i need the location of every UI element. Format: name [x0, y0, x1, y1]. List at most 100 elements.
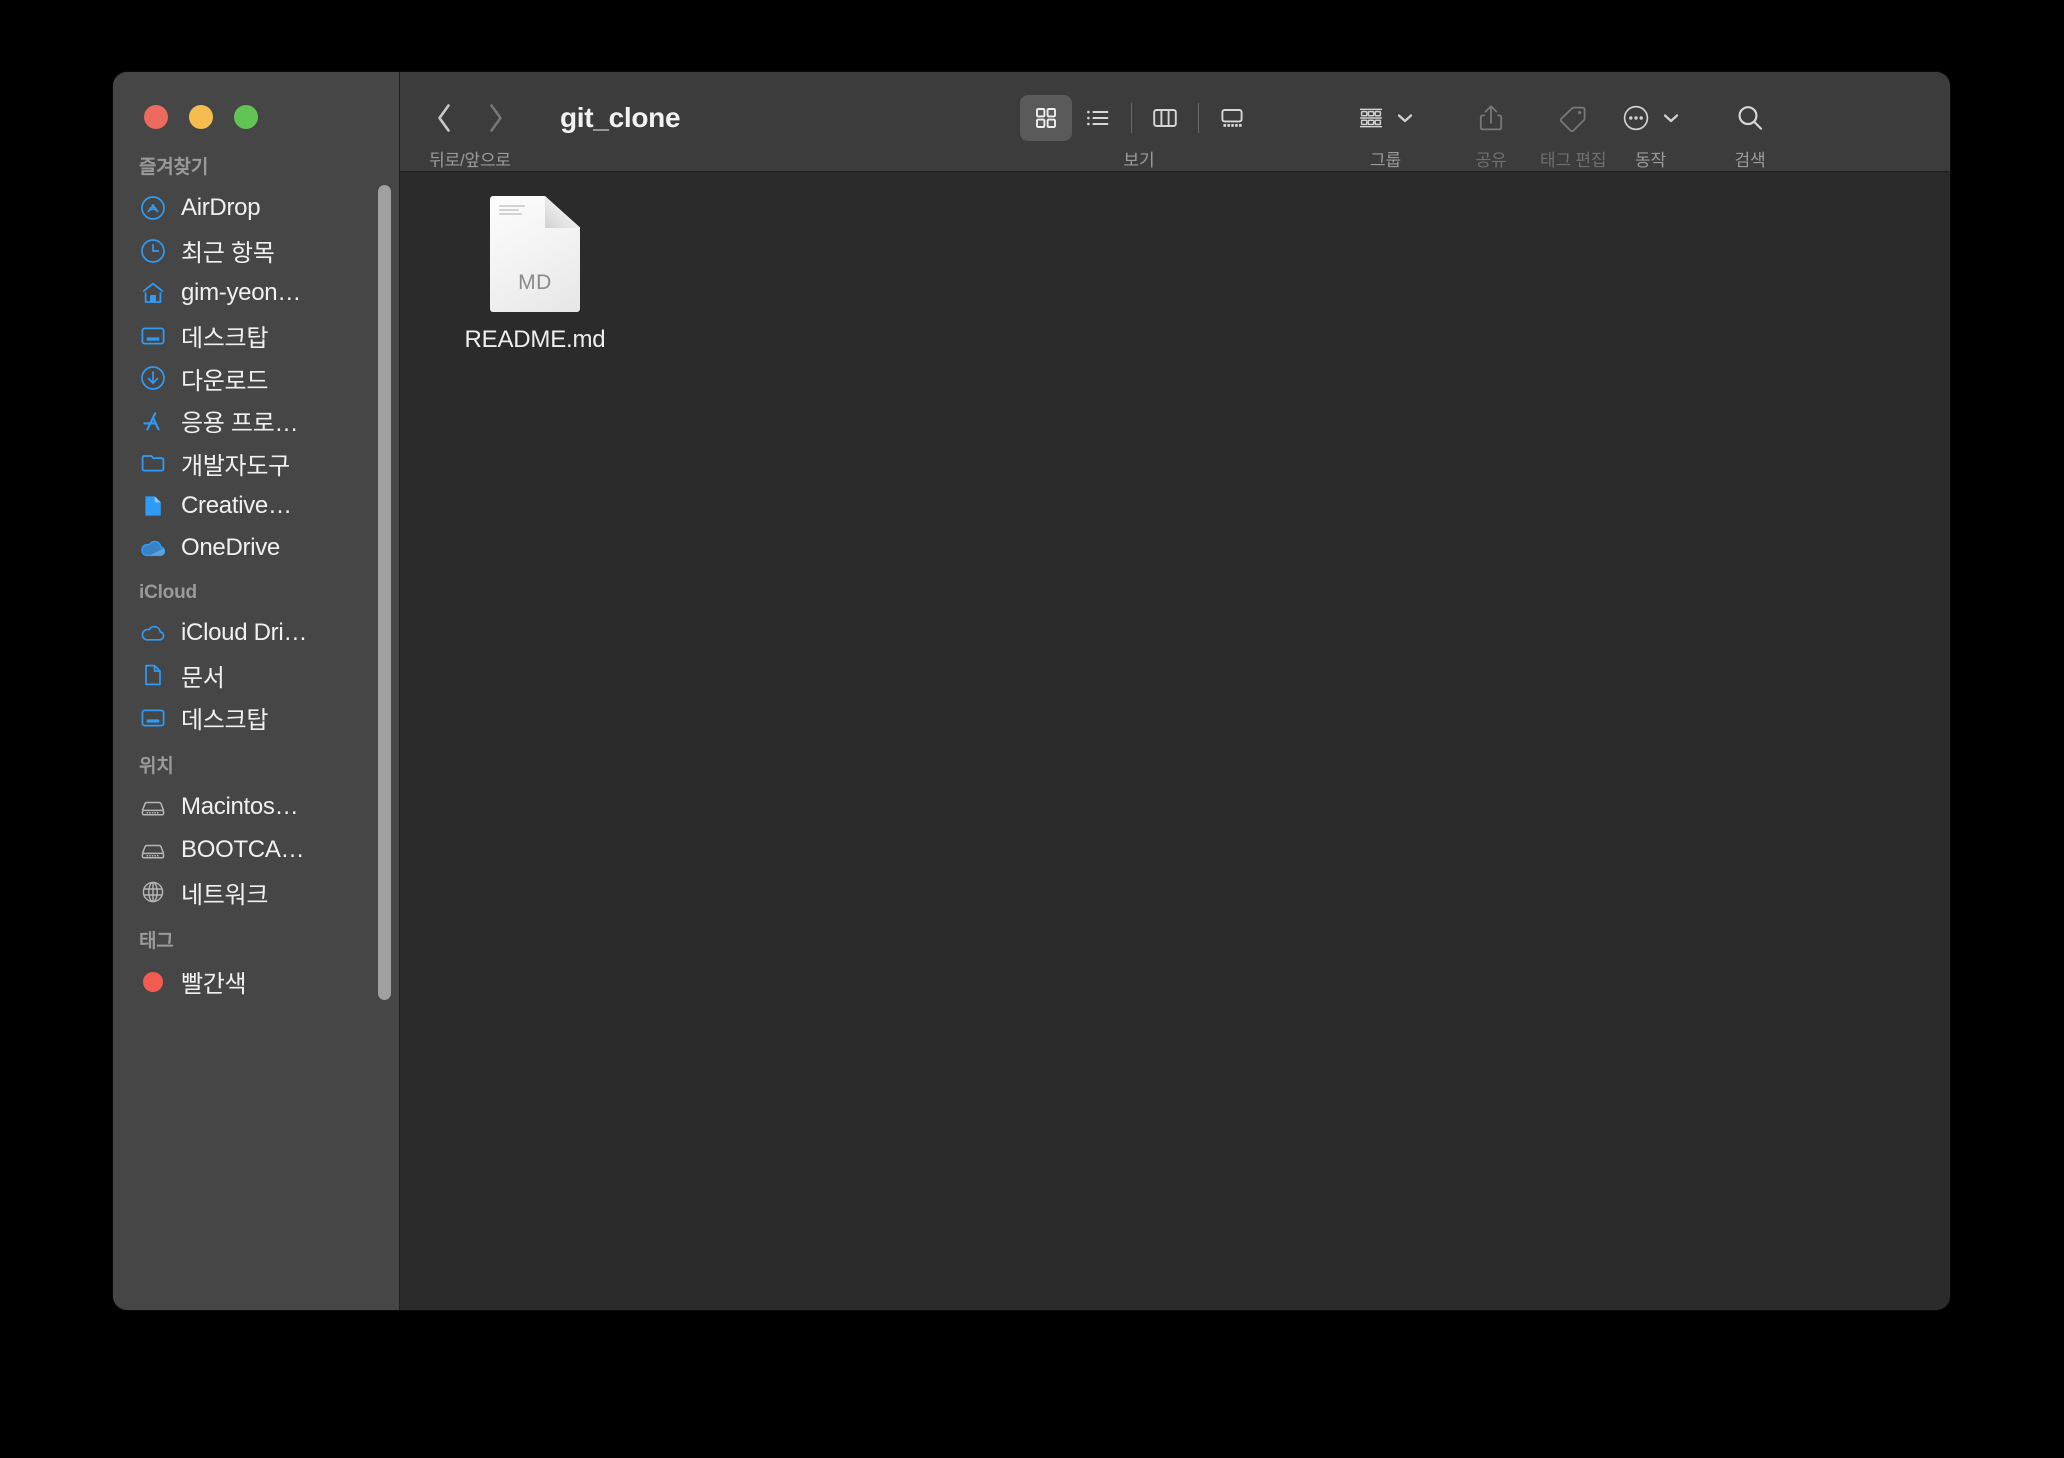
network-globe-icon — [139, 878, 167, 906]
sidebar-item-label: 문서 — [181, 664, 225, 692]
sidebar-item-documents[interactable]: 문서 — [113, 654, 399, 697]
action-control: 동작 — [1616, 92, 1685, 171]
sidebar-section-icloud: iCloud iCloud Dri… 문서 데스크탑 — [113, 570, 399, 740]
view-mode-gallery-button[interactable] — [1206, 95, 1258, 141]
file-item-readme[interactable]: MD README.md — [460, 196, 610, 354]
sidebar-item-bootcamp[interactable]: BOOTCA… — [113, 829, 399, 872]
sidebar-item-label: 데스크탑 — [181, 325, 269, 353]
sidebar-item-label: Macintos… — [181, 793, 299, 821]
file-name-label: README.md — [464, 326, 606, 353]
folder-icon — [139, 449, 167, 477]
sidebar-item-label: 다운로드 — [181, 367, 269, 395]
sidebar-section-favorites: 즐겨찾기 AirDrop 최근 항목 gim-yeon… 데스크탑 다운로드 응… — [113, 146, 399, 570]
icon-grid: MD README.md — [460, 196, 1950, 354]
sidebar-item-label: BOOTCA… — [181, 835, 305, 863]
sidebar-section-locations: 위치 Macintos… BOOTCA… 네트워크 — [113, 739, 399, 914]
applications-icon — [139, 407, 167, 435]
sidebar-item-network[interactable]: 네트워크 — [113, 871, 399, 914]
view-caption: 보기 — [1123, 151, 1155, 170]
sidebar-item-label: 응용 프로… — [181, 410, 299, 438]
view-mode-icon-button[interactable] — [1020, 95, 1072, 141]
desktop-icon — [139, 704, 167, 732]
sidebar-item-airdrop[interactable]: AirDrop — [113, 187, 399, 230]
sidebar-item-label: 빨간색 — [181, 971, 247, 999]
file-content-area[interactable]: MD README.md — [400, 172, 1950, 1310]
sidebar-item-label: iCloud Dri… — [181, 618, 308, 646]
documents-icon — [139, 661, 167, 689]
onedrive-cloud-icon — [139, 534, 167, 562]
page-title: git_clone — [560, 102, 681, 133]
sidebar-section-tags: 태그 빨간색 — [113, 914, 399, 1004]
harddisk-icon — [139, 836, 167, 864]
tag-icon — [1560, 106, 1586, 133]
view-mode-switcher: 보기 — [1020, 92, 1258, 171]
sidebar-item-macintosh-hd[interactable]: Macintos… — [113, 786, 399, 829]
share-icon — [1479, 105, 1503, 131]
sidebar-item-desktop[interactable]: 데스크탑 — [113, 315, 399, 358]
sidebar-item-recents[interactable]: 최근 항목 — [113, 230, 399, 273]
tag-caption: 태그 편집 — [1540, 151, 1607, 170]
group-caption: 그룹 — [1370, 151, 1401, 170]
sidebar-item-icloud-desktop[interactable]: 데스크탑 — [113, 697, 399, 740]
edit-tags-control: 태그 편집 — [1540, 92, 1606, 171]
sidebar-item-label: AirDrop — [181, 194, 261, 222]
icloud-icon — [139, 619, 167, 647]
sidebar-item-devtools-folder[interactable]: 개발자도구 — [113, 442, 399, 485]
sidebar-item-label: OneDrive — [181, 534, 280, 562]
harddisk-icon — [139, 793, 167, 821]
sidebar-item-creative[interactable]: Creative… — [113, 485, 399, 528]
sidebar-item-icloud-drive[interactable]: iCloud Dri… — [113, 612, 399, 655]
sidebar: 즐겨찾기 AirDrop 최근 항목 gim-yeon… 데스크탑 다운로드 응… — [113, 72, 399, 1310]
main-pane: 뒤로/앞으로 git_clone 보기 그룹 공유 태그 편집 동작 검색 MD… — [399, 72, 1950, 1310]
action-button[interactable] — [1616, 94, 1685, 142]
tag-dot-icon — [139, 968, 167, 996]
forward-button[interactable] — [470, 94, 522, 142]
airdrop-icon — [139, 194, 167, 222]
file-extension-badge: MD — [518, 271, 552, 294]
close-button[interactable] — [144, 105, 168, 129]
back-button[interactable] — [418, 94, 470, 142]
group-by-button[interactable] — [1352, 94, 1419, 142]
nav-caption: 뒤로/앞으로 — [429, 151, 511, 170]
sidebar-section-title: iCloud — [139, 581, 197, 603]
sidebar-section-title: 즐겨찾기 — [139, 157, 209, 178]
desktop-icon — [139, 322, 167, 350]
chevron-down-icon — [1663, 114, 1679, 123]
share-control: 공유 — [1472, 92, 1510, 171]
toolbar: 뒤로/앞으로 git_clone 보기 그룹 공유 태그 편집 동작 검색 — [400, 72, 1950, 172]
navigation-buttons: 뒤로/앞으로 — [418, 92, 522, 171]
sidebar-item-label: gim-yeon… — [181, 279, 302, 307]
view-mode-list-button[interactable] — [1072, 95, 1124, 141]
sidebar-item-tag-red[interactable]: 빨간색 — [113, 961, 399, 1004]
sidebar-item-applications[interactable]: 응용 프로… — [113, 400, 399, 443]
sidebar-scroll-area[interactable]: 즐겨찾기 AirDrop 최근 항목 gim-yeon… 데스크탑 다운로드 응… — [113, 146, 399, 1310]
search-control: 검색 — [1730, 92, 1770, 171]
search-caption: 검색 — [1734, 151, 1766, 170]
markdown-document-icon: MD — [490, 196, 580, 312]
ellipsis-circle-icon — [1623, 105, 1649, 131]
edit-tags-button[interactable] — [1553, 94, 1593, 142]
sidebar-item-label: 최근 항목 — [181, 240, 275, 268]
sidebar-item-label: Creative… — [181, 491, 292, 519]
action-caption: 동작 — [1635, 151, 1666, 170]
view-mode-column-button[interactable] — [1139, 95, 1191, 141]
sidebar-item-label: 데스크탑 — [181, 707, 269, 735]
sidebar-section-title: 위치 — [139, 756, 174, 777]
sidebar-item-downloads[interactable]: 다운로드 — [113, 357, 399, 400]
sidebar-item-onedrive[interactable]: OneDrive — [113, 527, 399, 570]
minimize-button[interactable] — [189, 105, 213, 129]
clock-icon — [139, 237, 167, 265]
chevron-down-icon — [1397, 114, 1413, 123]
sidebar-scrollbar[interactable] — [378, 185, 391, 1000]
document-icon — [139, 492, 167, 520]
sidebar-section-title: 태그 — [139, 930, 174, 952]
share-button[interactable] — [1472, 94, 1510, 142]
home-icon — [139, 279, 167, 307]
share-caption: 공유 — [1475, 151, 1507, 170]
maximize-button[interactable] — [234, 105, 258, 129]
search-button[interactable] — [1730, 94, 1770, 142]
sidebar-item-home[interactable]: gim-yeon… — [113, 272, 399, 315]
traffic-light-buttons — [113, 72, 399, 146]
finder-window: 즐겨찾기 AirDrop 최근 항목 gim-yeon… 데스크탑 다운로드 응… — [113, 72, 1950, 1310]
toolbar-divider — [1198, 103, 1199, 133]
